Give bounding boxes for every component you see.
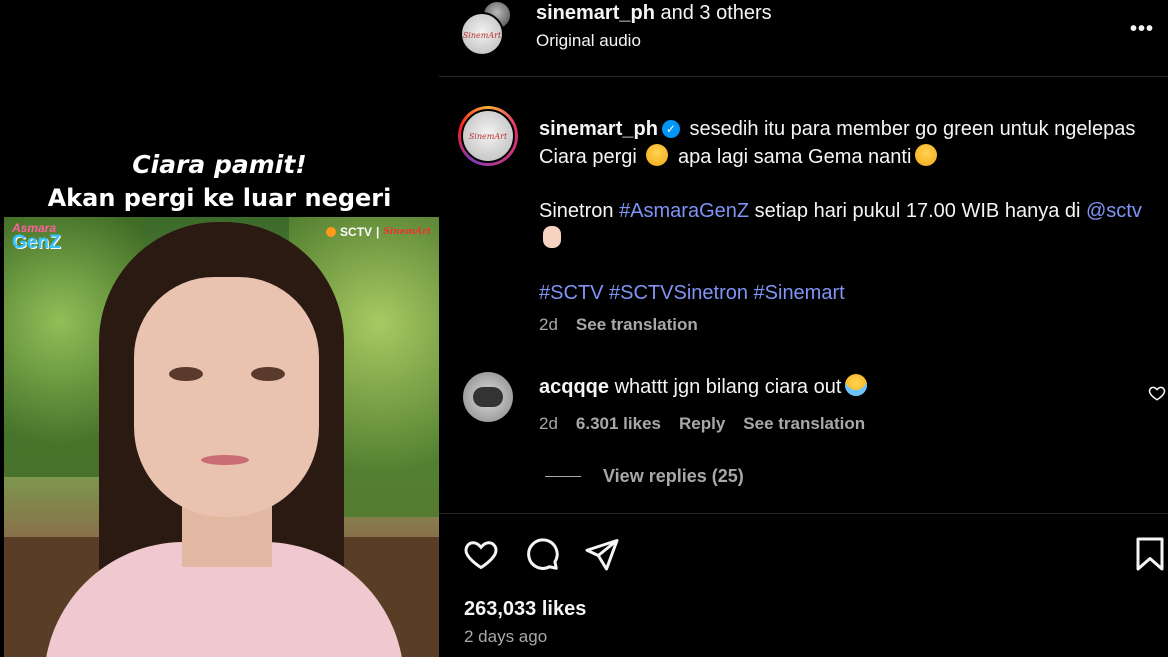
mention-sctv[interactable]: @sctv xyxy=(1086,200,1142,222)
heart-icon[interactable] xyxy=(463,536,499,572)
comment-text: whattt jgn bilang ciara out xyxy=(614,376,842,398)
see-translation-button[interactable]: See translation xyxy=(576,315,698,334)
comment-icon[interactable] xyxy=(524,536,560,572)
reel-video[interactable]: Ciara pamit! Akan pergi ke luar negeri A… xyxy=(0,0,439,657)
channel-logo: SCTV | SinemArt xyxy=(326,225,431,239)
header-authors[interactable]: sinemart_ph and 3 others xyxy=(536,2,772,25)
hashtag-asmaragenz[interactable]: #AsmaraGenZ xyxy=(619,200,749,222)
caption-hashtags[interactable]: #SCTV #SCTVSinetron #Sinemart xyxy=(539,279,1164,307)
audio-label[interactable]: Original audio xyxy=(536,31,641,51)
view-replies-button[interactable]: View replies (25) xyxy=(545,466,744,487)
paper-plane-icon[interactable] xyxy=(584,536,620,572)
post-timestamp: 2 days ago xyxy=(464,627,548,646)
pleading-face-icon xyxy=(915,144,938,166)
comment-see-translation-button[interactable]: See translation xyxy=(743,414,865,433)
action-bar: 263,033 likes 2 days ago xyxy=(439,513,1168,657)
post-panel: SinemArt sinemart_ph and 3 others Origin… xyxy=(439,0,1168,657)
author-avatar[interactable]: SinemArt xyxy=(460,12,504,56)
show-logo: Asmara GenZ xyxy=(12,221,61,253)
caption-text-2: apa lagi sama Gema nanti xyxy=(677,146,912,168)
crying-face-icon xyxy=(845,374,868,396)
comment-like-icon[interactable] xyxy=(1148,384,1166,402)
caption-avatar[interactable]: SinemArt xyxy=(461,109,515,163)
header-username[interactable]: sinemart_ph xyxy=(536,2,655,24)
flushed-face-icon xyxy=(646,144,669,166)
verified-badge-icon: ✓ xyxy=(661,120,680,138)
more-options-button[interactable]: ••• xyxy=(1130,18,1154,41)
post-header: SinemArt sinemart_ph and 3 others Origin… xyxy=(439,0,1168,77)
story-ring[interactable]: SinemArt xyxy=(458,106,518,166)
commenter-avatar[interactable] xyxy=(463,372,513,422)
comment-likes[interactable]: 6.301 likes xyxy=(576,414,661,433)
video-caption-subtitle: Akan pergi ke luar negeri xyxy=(47,184,392,212)
reply-button[interactable]: Reply xyxy=(679,414,725,433)
replies-divider xyxy=(545,476,581,477)
caption-username[interactable]: sinemart_ph xyxy=(539,118,658,140)
commenter-username[interactable]: acqqqe xyxy=(539,376,609,398)
bookmark-icon[interactable] xyxy=(1132,536,1168,572)
like-count[interactable]: 263,033 likes xyxy=(464,598,586,621)
comment-age: 2d xyxy=(539,414,558,433)
video-frame: Asmara GenZ SCTV | SinemArt xyxy=(4,217,439,657)
caption-line2-prefix: Sinetron xyxy=(539,200,620,222)
ok-hand-icon xyxy=(543,226,561,248)
video-caption-title: Ciara pamit! xyxy=(132,150,307,179)
caption-age: 2d xyxy=(539,315,558,334)
